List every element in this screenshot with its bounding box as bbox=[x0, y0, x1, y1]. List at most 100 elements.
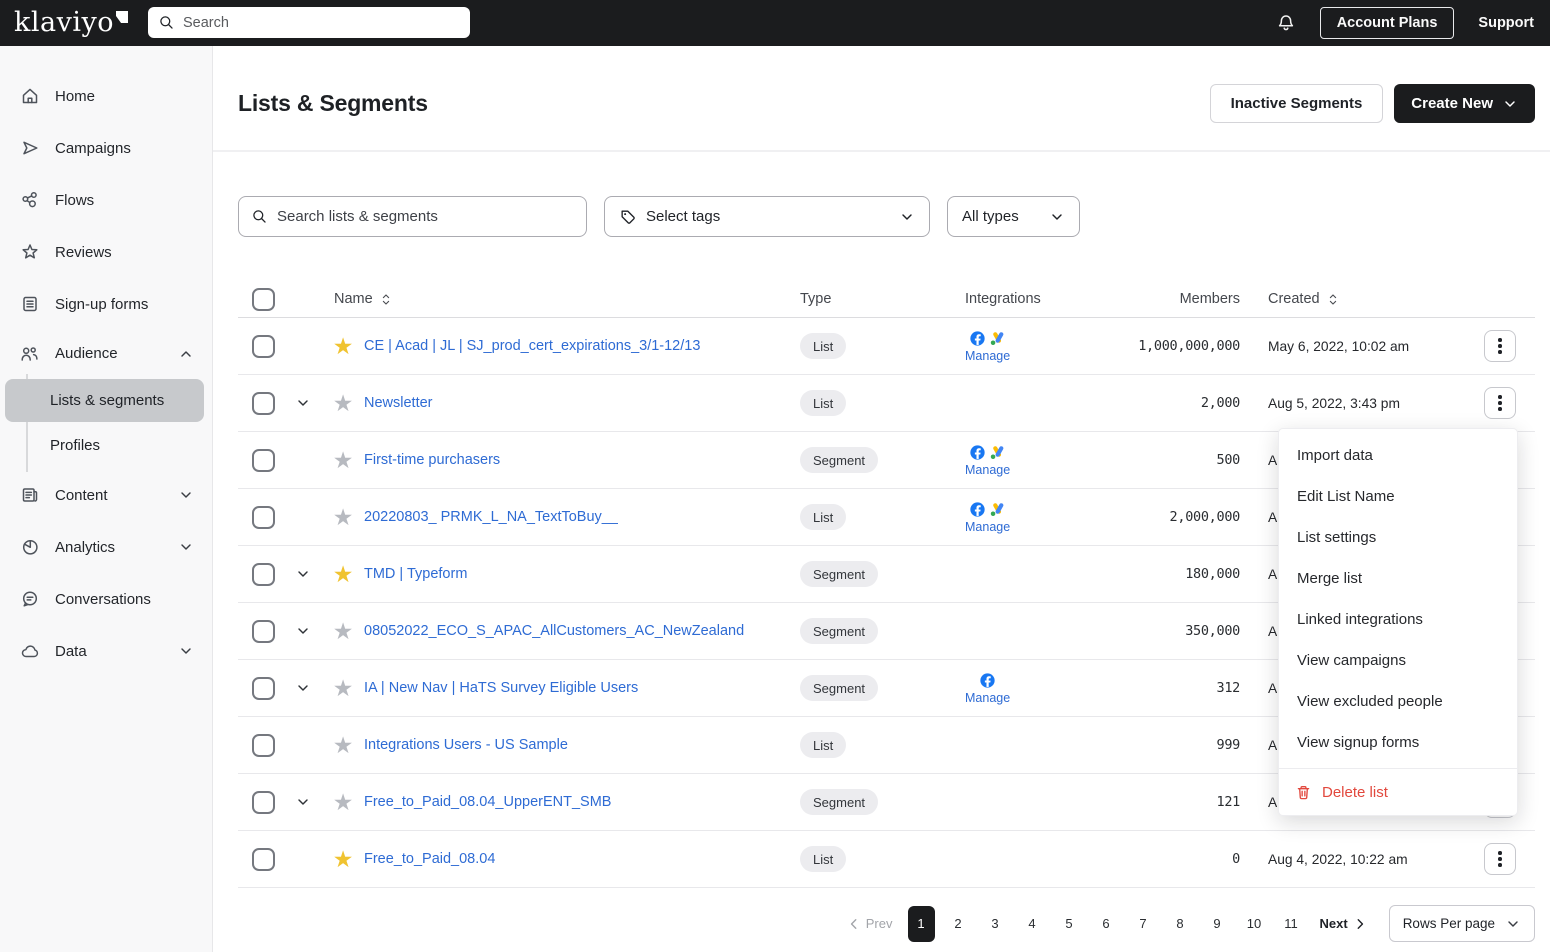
page-button-7[interactable]: 7 bbox=[1130, 906, 1157, 942]
sidebar-item-flows[interactable]: Flows bbox=[0, 174, 212, 226]
favorite-star-icon[interactable]: ★ bbox=[333, 506, 354, 529]
sort-icon[interactable] bbox=[379, 292, 393, 307]
sidebar-item-home[interactable]: Home bbox=[0, 70, 212, 122]
manage-link[interactable]: Manage bbox=[965, 463, 1010, 477]
account-plans-button[interactable]: Account Plans bbox=[1320, 7, 1455, 39]
row-checkbox[interactable] bbox=[252, 734, 275, 757]
favorite-star-icon[interactable]: ★ bbox=[333, 677, 354, 700]
sidebar-item-audience[interactable]: Audience bbox=[0, 330, 212, 377]
column-header-created[interactable]: Created bbox=[1240, 291, 1484, 307]
favorite-star-icon[interactable]: ★ bbox=[333, 335, 354, 358]
select-all-checkbox[interactable] bbox=[252, 288, 275, 311]
page-button-5[interactable]: 5 bbox=[1056, 906, 1083, 942]
row-actions-button[interactable] bbox=[1484, 330, 1516, 362]
sidebar-item-content[interactable]: Content bbox=[0, 469, 212, 521]
sidebar-item-reviews[interactable]: Reviews bbox=[0, 226, 212, 278]
expand-chevron-icon[interactable] bbox=[295, 566, 311, 582]
row-name-link[interactable]: 20220803_ PRMK_L_NA_TextToBuy__ bbox=[364, 509, 618, 525]
row-checkbox[interactable] bbox=[252, 335, 275, 358]
expand-chevron-icon[interactable] bbox=[295, 794, 311, 810]
page-button-11[interactable]: 11 bbox=[1278, 906, 1305, 942]
page-button-10[interactable]: 10 bbox=[1241, 906, 1268, 942]
sidebar-item-data[interactable]: Data bbox=[0, 625, 212, 677]
row-name-link[interactable]: 08052022_ECO_S_APAC_AllCustomers_AC_NewZ… bbox=[364, 623, 744, 639]
sidebar-item-campaigns[interactable]: Campaigns bbox=[0, 122, 212, 174]
inactive-segments-button[interactable]: Inactive Segments bbox=[1210, 84, 1384, 123]
sidebar-item-conversations[interactable]: Conversations bbox=[0, 573, 212, 625]
sidebar-item-analytics[interactable]: Analytics bbox=[0, 521, 212, 573]
chevron-up-icon[interactable] bbox=[178, 346, 194, 362]
row-name-link[interactable]: First-time purchasers bbox=[364, 452, 500, 468]
sidebar-item-sign-up-forms[interactable]: Sign-up forms bbox=[0, 278, 212, 330]
sidebar-item-profiles[interactable]: Profiles bbox=[5, 424, 204, 467]
bell-icon[interactable] bbox=[1276, 13, 1296, 33]
page-button-1[interactable]: 1 bbox=[908, 906, 935, 942]
row-name-link[interactable]: Newsletter bbox=[364, 395, 433, 411]
rows-per-page-select[interactable]: Rows Per page bbox=[1389, 905, 1535, 942]
row-name-link[interactable]: Free_to_Paid_08.04_UpperENT_SMB bbox=[364, 794, 611, 810]
list-search-field[interactable] bbox=[238, 196, 587, 237]
row-checkbox[interactable] bbox=[252, 506, 275, 529]
manage-link[interactable]: Manage bbox=[965, 349, 1010, 363]
row-checkbox[interactable] bbox=[252, 563, 275, 586]
row-name-link[interactable]: IA | New Nav | HaTS Survey Eligible User… bbox=[364, 680, 638, 696]
favorite-star-icon[interactable]: ★ bbox=[333, 620, 354, 643]
type-filter-dropdown[interactable]: All types bbox=[947, 196, 1080, 237]
favorite-star-icon[interactable]: ★ bbox=[333, 563, 354, 586]
chevron-down-icon[interactable] bbox=[178, 487, 194, 503]
favorite-star-icon[interactable]: ★ bbox=[333, 848, 354, 871]
create-new-button[interactable]: Create New bbox=[1394, 84, 1535, 123]
row-checkbox[interactable] bbox=[252, 392, 275, 415]
page-button-8[interactable]: 8 bbox=[1167, 906, 1194, 942]
delete-list-menu-item[interactable]: Delete list bbox=[1279, 768, 1517, 815]
manage-link[interactable]: Manage bbox=[965, 520, 1010, 534]
chevron-down-icon[interactable] bbox=[178, 539, 194, 555]
page-button-3[interactable]: 3 bbox=[982, 906, 1009, 942]
row-checkbox[interactable] bbox=[252, 620, 275, 643]
global-search-input[interactable] bbox=[183, 15, 460, 31]
row-name-link[interactable]: TMD | Typeform bbox=[364, 566, 467, 582]
favorite-star-icon[interactable]: ★ bbox=[333, 791, 354, 814]
row-checkbox[interactable] bbox=[252, 791, 275, 814]
page-button-9[interactable]: 9 bbox=[1204, 906, 1231, 942]
next-page-button[interactable]: Next bbox=[1314, 916, 1373, 931]
menu-item-merge-list[interactable]: Merge list bbox=[1279, 558, 1517, 599]
menu-item-edit-list-name[interactable]: Edit List Name bbox=[1279, 476, 1517, 517]
menu-item-view-excluded-people[interactable]: View excluded people bbox=[1279, 681, 1517, 722]
menu-item-list-settings[interactable]: List settings bbox=[1279, 517, 1517, 558]
expand-chevron-icon[interactable] bbox=[295, 680, 311, 696]
page-button-6[interactable]: 6 bbox=[1093, 906, 1120, 942]
row-actions-button[interactable] bbox=[1484, 843, 1516, 875]
expand-chevron-icon[interactable] bbox=[295, 623, 311, 639]
menu-item-import-data[interactable]: Import data bbox=[1279, 435, 1517, 476]
klaviyo-logo[interactable]: klaviyo bbox=[14, 8, 128, 38]
support-link[interactable]: Support bbox=[1478, 15, 1534, 31]
menu-item-view-signup-forms[interactable]: View signup forms bbox=[1279, 722, 1517, 763]
manage-link[interactable]: Manage bbox=[965, 691, 1010, 705]
favorite-star-icon[interactable]: ★ bbox=[333, 734, 354, 757]
page-button-2[interactable]: 2 bbox=[945, 906, 972, 942]
prev-page-button[interactable]: Prev bbox=[841, 916, 899, 931]
global-search[interactable] bbox=[148, 7, 470, 38]
page-button-4[interactable]: 4 bbox=[1019, 906, 1046, 942]
favorite-star-icon[interactable]: ★ bbox=[333, 392, 354, 415]
expand-chevron-icon[interactable] bbox=[295, 395, 311, 411]
favorite-star-icon[interactable]: ★ bbox=[333, 449, 354, 472]
row-actions-button[interactable] bbox=[1484, 387, 1516, 419]
menu-item-linked-integrations[interactable]: Linked integrations bbox=[1279, 599, 1517, 640]
row-name-link[interactable]: Free_to_Paid_08.04 bbox=[364, 851, 495, 867]
integrations-cell: Manage bbox=[965, 330, 1010, 363]
chevron-down-icon bbox=[1505, 916, 1521, 932]
menu-item-view-campaigns[interactable]: View campaigns bbox=[1279, 640, 1517, 681]
row-name-link[interactable]: Integrations Users - US Sample bbox=[364, 737, 568, 753]
row-checkbox[interactable] bbox=[252, 848, 275, 871]
column-header-name[interactable]: Name bbox=[322, 291, 800, 307]
chevron-down-icon[interactable] bbox=[178, 643, 194, 659]
row-name-link[interactable]: CE | Acad | JL | SJ_prod_cert_expiration… bbox=[364, 338, 700, 354]
sort-icon[interactable] bbox=[1326, 292, 1340, 307]
row-checkbox[interactable] bbox=[252, 677, 275, 700]
row-checkbox[interactable] bbox=[252, 449, 275, 472]
select-tags-dropdown[interactable]: Select tags bbox=[604, 196, 930, 237]
list-search-input[interactable] bbox=[277, 208, 574, 225]
sidebar-item-lists-segments[interactable]: Lists & segments bbox=[5, 379, 204, 422]
